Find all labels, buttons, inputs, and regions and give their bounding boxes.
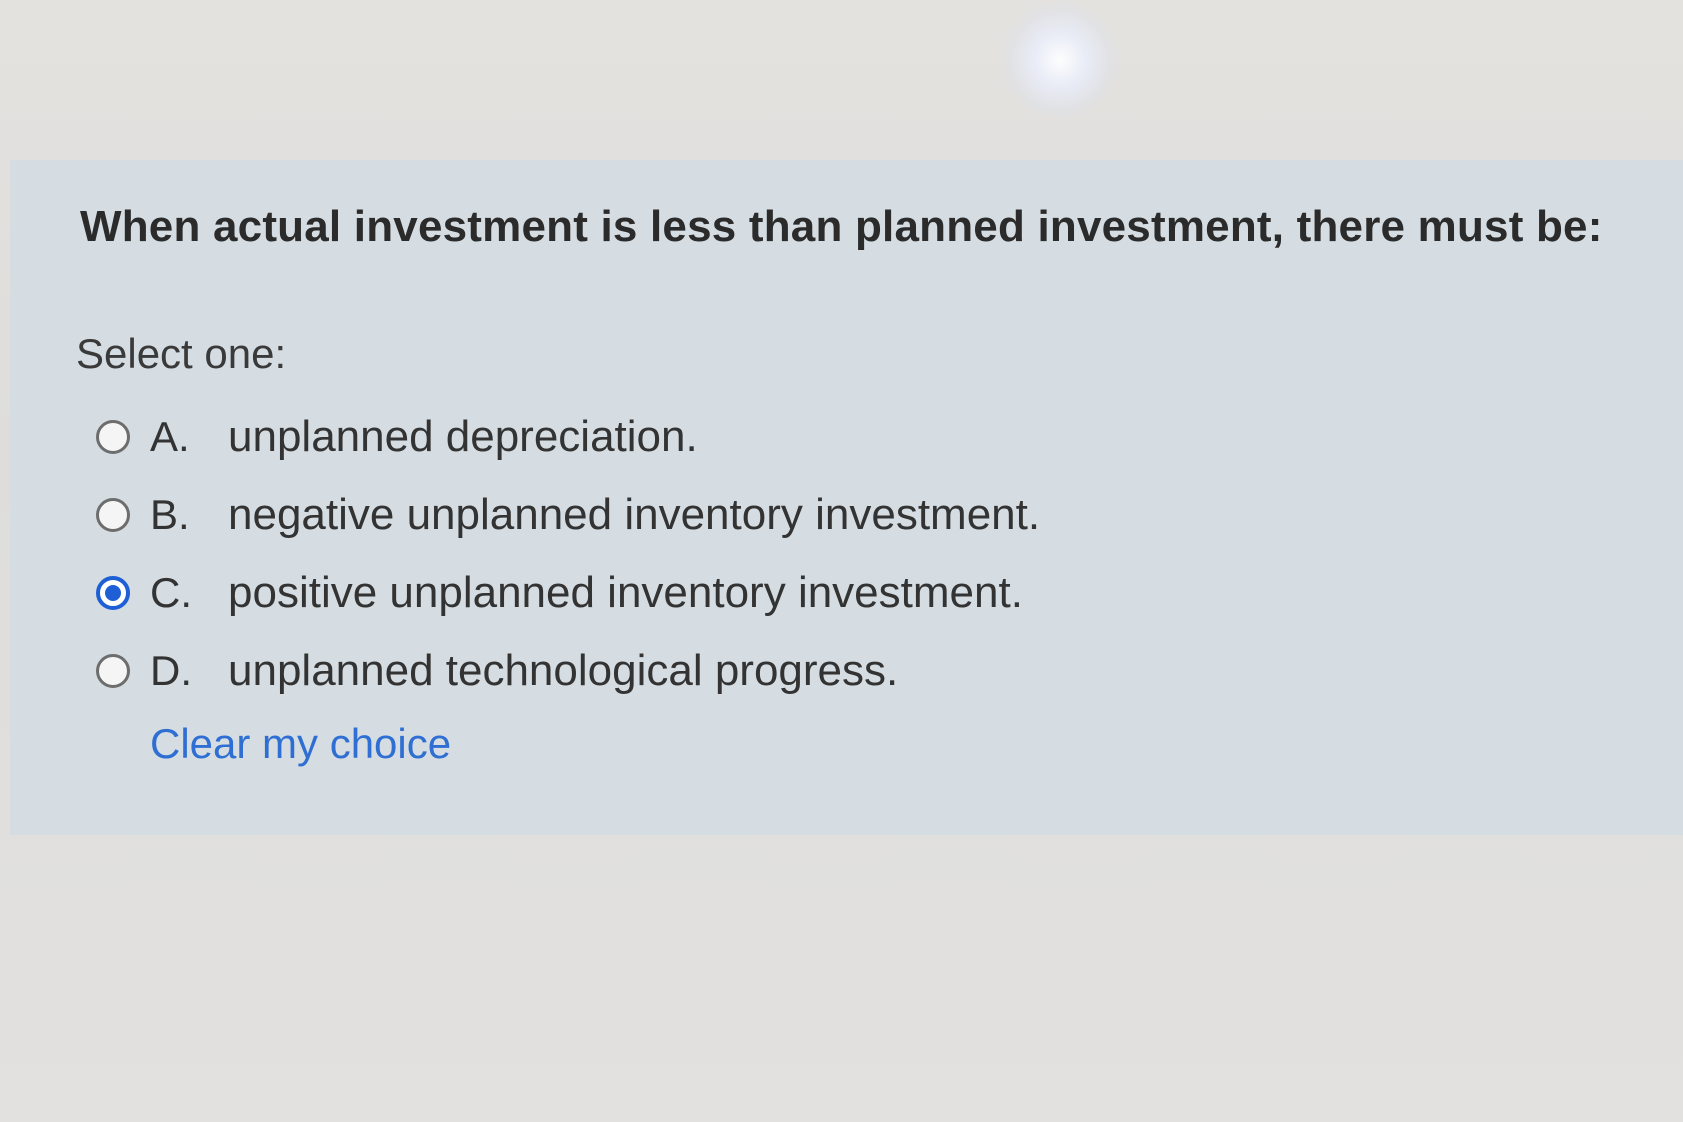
radio-button-c[interactable] [96,576,130,610]
option-text-a[interactable]: unplanned depreciation. [228,412,698,462]
option-letter-d: D. [150,647,192,694]
radio-button-d[interactable] [96,654,130,688]
question-text: When actual investment is less than plan… [80,202,1603,251]
option-letter-a: A. [150,413,190,460]
answer-option-a[interactable]: A. unplanned depreciation. [96,398,1040,476]
answer-option-c[interactable]: C. positive unplanned inventory investme… [96,554,1040,632]
answer-option-b[interactable]: B. negative unplanned inventory investme… [96,476,1040,554]
option-letter-b: B. [150,491,190,538]
select-one-prompt: Select one: [76,330,287,377]
answer-option-d[interactable]: D. unplanned technological progress. [96,632,1040,710]
option-text-b[interactable]: negative unplanned inventory investment. [228,490,1040,540]
radio-button-b[interactable] [96,498,130,532]
radio-button-a[interactable] [96,420,130,454]
question-panel: When actual investment is less than plan… [10,160,1683,835]
screen-glare [1000,0,1120,120]
option-text-c[interactable]: positive unplanned inventory investment. [228,568,1023,618]
answer-options: A. unplanned depreciation. B. negative u… [96,398,1040,710]
clear-my-choice-link[interactable]: Clear my choice [150,720,451,768]
option-letter-c: C. [150,569,192,616]
option-text-d[interactable]: unplanned technological progress. [228,646,898,696]
